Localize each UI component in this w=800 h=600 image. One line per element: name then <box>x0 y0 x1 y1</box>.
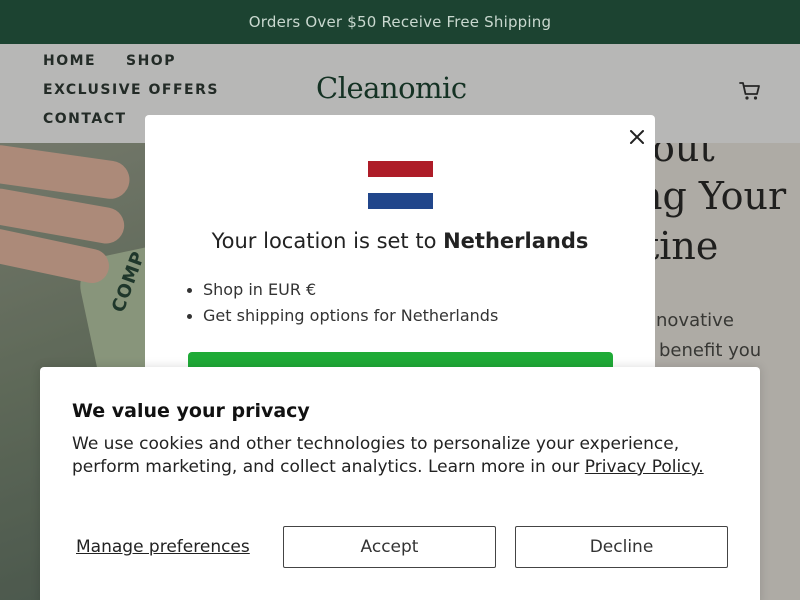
flag-stripe-white <box>368 177 433 193</box>
flag-stripe-blue <box>368 193 433 209</box>
announcement-text: Orders Over $50 Receive Free Shipping <box>248 13 552 31</box>
location-country: Netherlands <box>443 229 589 253</box>
decline-button[interactable]: Decline <box>515 526 728 568</box>
cookie-description: We use cookies and other technologies to… <box>72 433 732 479</box>
netherlands-flag-icon <box>368 161 433 209</box>
manage-preferences-link[interactable]: Manage preferences <box>76 537 250 557</box>
list-item: Get shipping options for Netherlands <box>187 303 498 329</box>
flag-stripe-red <box>368 161 433 177</box>
location-benefits-list: Shop in EUR € Get shipping options for N… <box>187 277 498 329</box>
location-title: Your location is set to Netherlands <box>145 229 655 253</box>
list-item: Shop in EUR € <box>187 277 498 303</box>
privacy-policy-link[interactable]: Privacy Policy. <box>585 457 704 477</box>
accept-button[interactable]: Accept <box>283 526 496 568</box>
cookie-banner: We value your privacy We use cookies and… <box>40 367 760 600</box>
location-title-prefix: Your location is set to <box>211 229 437 253</box>
announcement-bar: Orders Over $50 Receive Free Shipping <box>0 0 800 44</box>
close-icon[interactable] <box>627 127 647 147</box>
cookie-title: We value your privacy <box>72 400 310 422</box>
